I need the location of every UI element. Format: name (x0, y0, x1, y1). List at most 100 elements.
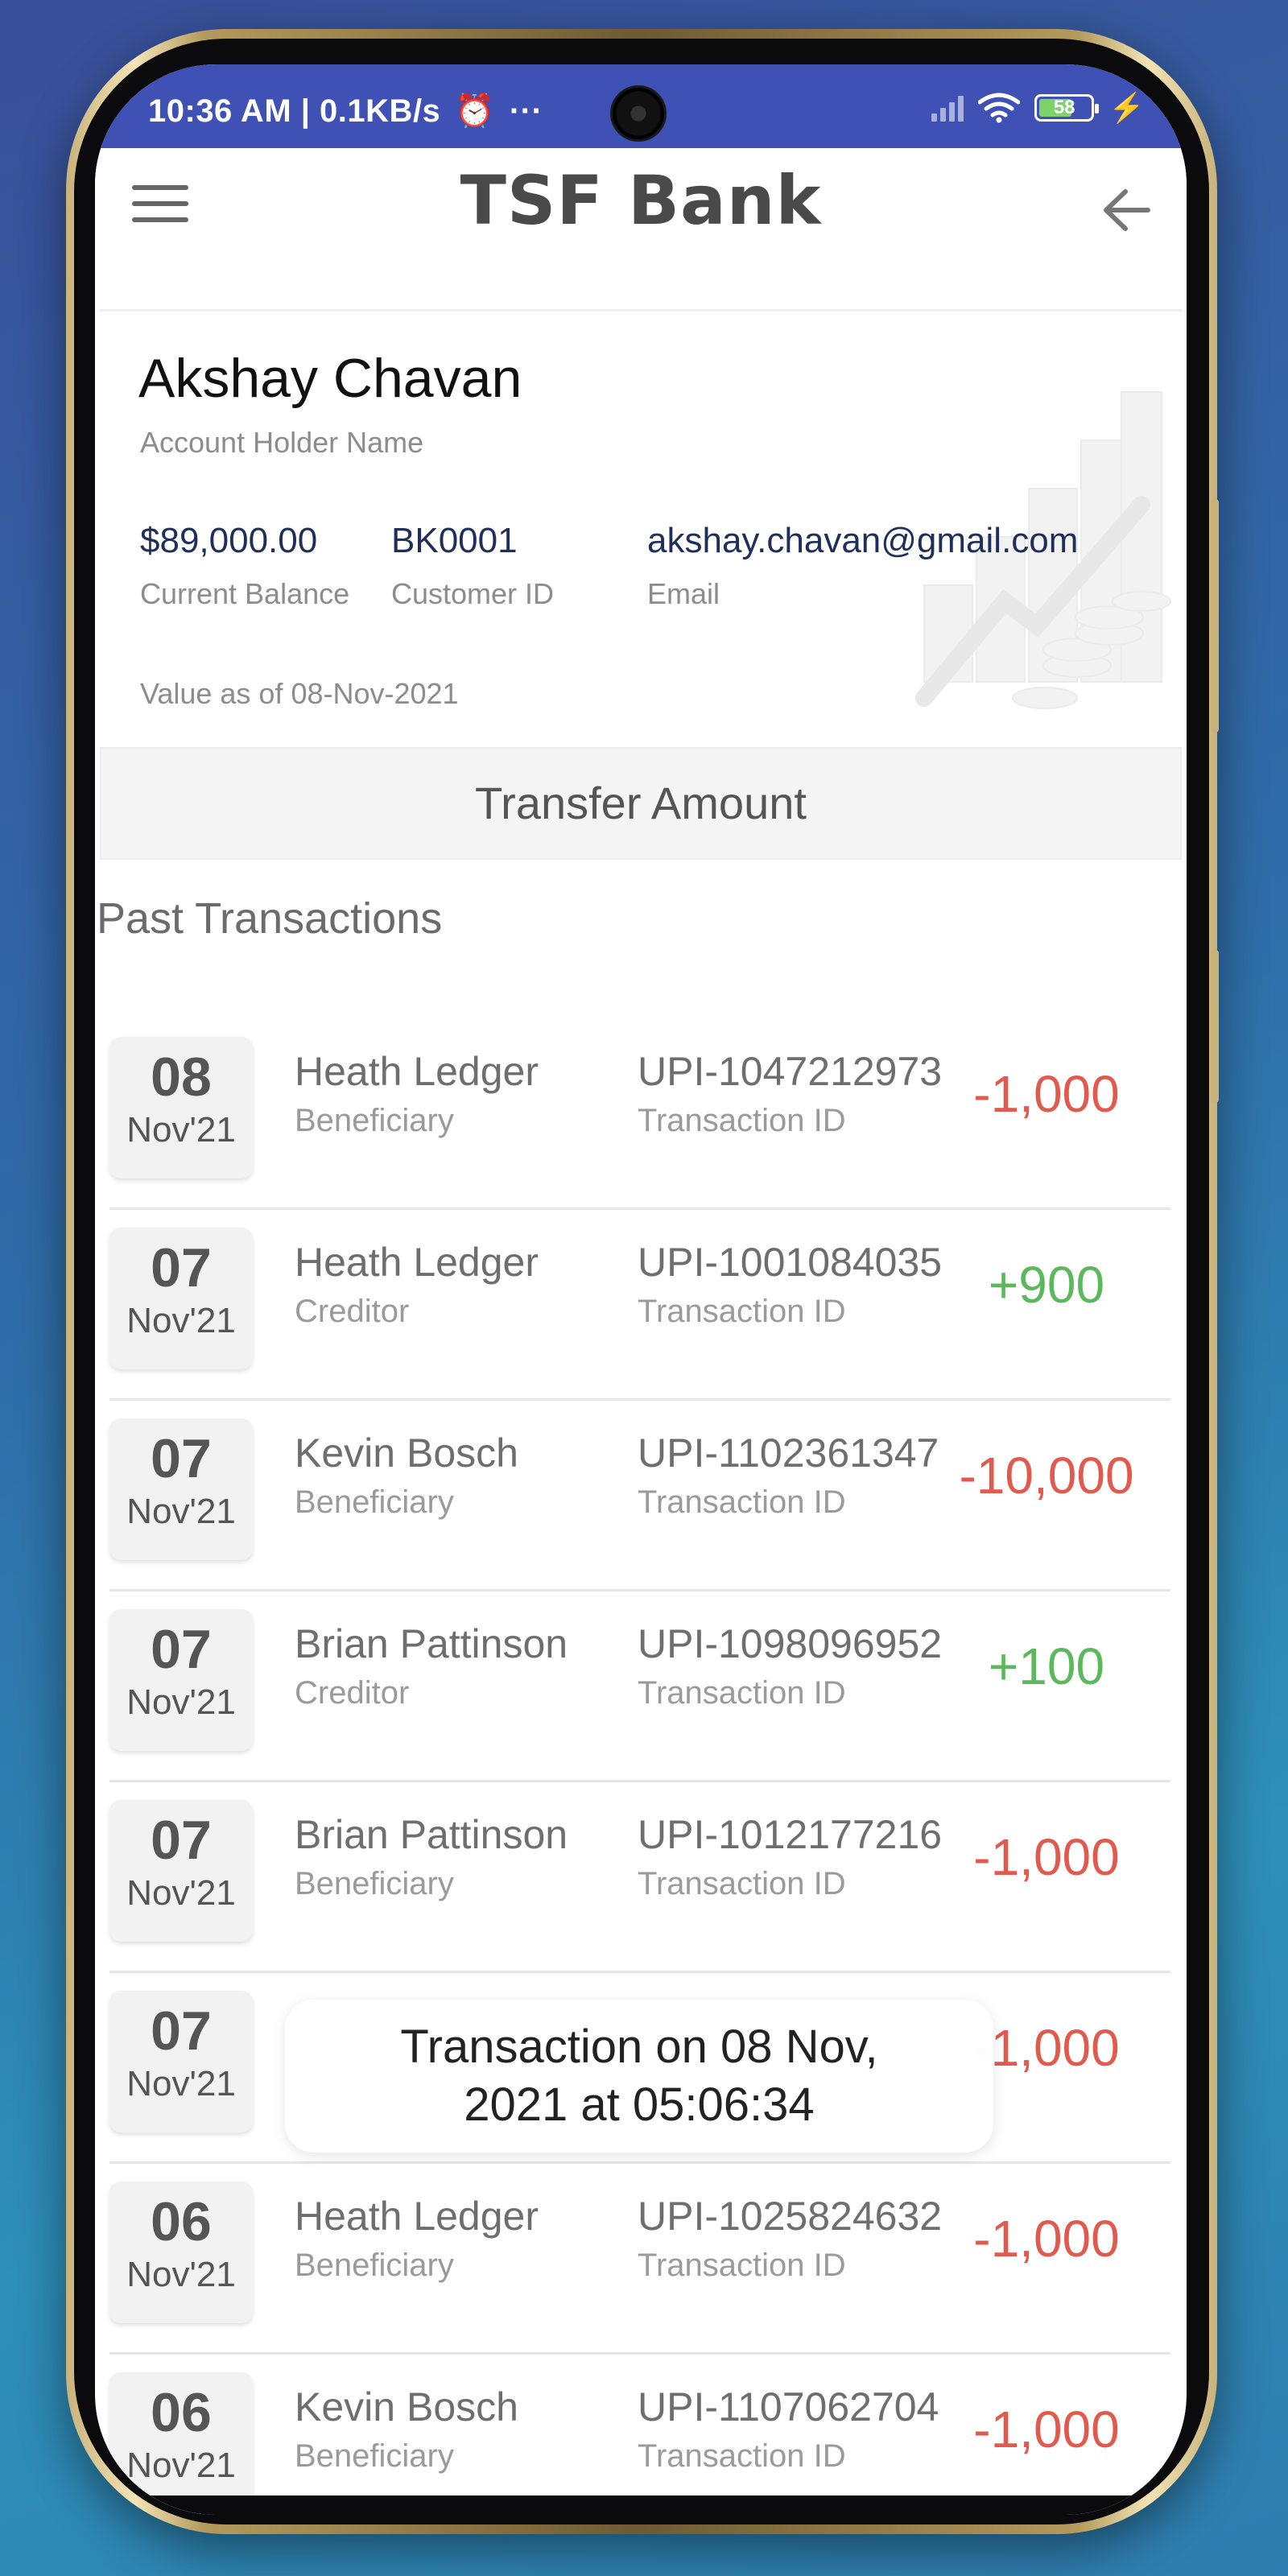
account-card: Akshay Chavan Account Holder Name $89,00… (100, 309, 1182, 733)
tx-party-name: Kevin Bosch (295, 1430, 518, 1476)
back-arrow-icon[interactable] (1098, 182, 1154, 238)
tx-party-name: Brian Pattinson (295, 1621, 568, 1666)
toast-line-1: Transaction on 08 Nov, (400, 2021, 878, 2073)
app-title: TSF Bank (460, 161, 822, 240)
status-time: 10:36 AM | 0.1KB/s (148, 93, 441, 129)
transactions-list[interactable]: 08 Nov'21 Heath Ledger Beneficiary UPI-10472… (109, 1019, 1170, 2515)
tx-id-label: Transaction ID (638, 1866, 846, 1901)
phone-screen: 10:36 AM | 0.1KB/s ⏰ ··· 58 ⚡ TSF Bank A… (95, 64, 1187, 2515)
tx-party-name: Heath Ledger (295, 1049, 539, 1094)
tx-party-role: Beneficiary (295, 1866, 454, 1901)
date-badge: 06 Nov'21 (109, 2372, 253, 2514)
more-dots: ··· (509, 93, 543, 129)
past-transactions-title: Past Transactions (97, 894, 443, 943)
transaction-row[interactable]: 07 Nov'21 Brian Pattinson Creditor UPI-10980… (109, 1591, 1170, 1782)
account-holder-label: Account Holder Name (140, 426, 424, 459)
tx-month: Nov'21 (126, 2255, 236, 2294)
tx-id-label: Transaction ID (638, 1484, 846, 1520)
date-badge: 06 Nov'21 (109, 2182, 253, 2323)
status-left: 10:36 AM | 0.1KB/s ⏰ ··· (148, 92, 543, 130)
date-badge: 07 Nov'21 (109, 1800, 253, 1942)
tx-amount: +100 (988, 1637, 1105, 1695)
tx-month: Nov'21 (126, 1110, 236, 1150)
tx-amount: -1,000 (973, 1828, 1120, 1886)
tx-day: 07 (151, 2000, 212, 2062)
battery-level: 58 (1053, 97, 1075, 118)
email-label: Email (647, 577, 720, 610)
tx-day: 07 (151, 1237, 212, 1298)
transaction-row[interactable]: 07 Nov'21 Brian Pattinson Beneficiary UPI-10… (109, 1782, 1170, 1973)
alarm-clock-icon: ⏰ (454, 93, 496, 129)
tx-id-value: UPI-1102361347 (638, 1430, 939, 1476)
tx-day: 08 (151, 1046, 212, 1108)
tx-month: Nov'21 (126, 1492, 236, 1531)
screen-bottom-edge (95, 2496, 1187, 2515)
tx-id-value: UPI-1025824632 (638, 2194, 943, 2239)
transaction-row[interactable]: 06 Nov'21 Heath Ledger Beneficiary UPI-10258… (109, 2164, 1170, 2355)
account-holder-name: Akshay Chavan (138, 348, 522, 409)
tx-day: 07 (151, 1428, 212, 1489)
tx-party-name: Heath Ledger (295, 2194, 539, 2239)
tx-id-label: Transaction ID (638, 1103, 846, 1138)
status-bar: 10:36 AM | 0.1KB/s ⏰ ··· 58 ⚡ (95, 64, 1187, 148)
tx-amount: -10,000 (959, 1447, 1134, 1505)
tx-id-label: Transaction ID (638, 2248, 846, 2283)
value-as-of-date: Value as of 08-Nov-2021 (140, 677, 459, 710)
date-badge: 07 Nov'21 (109, 1418, 253, 1560)
tx-amount: -1,000 (973, 2210, 1120, 2268)
tx-id-value: UPI-1107062704 (638, 2384, 939, 2429)
status-right: 58 ⚡ (931, 89, 1145, 127)
tx-id-label: Transaction ID (638, 2438, 846, 2474)
date-badge: 08 Nov'21 (109, 1037, 253, 1179)
transfer-amount-button[interactable]: Transfer Amount (100, 747, 1182, 860)
customer-id-label: Customer ID (391, 577, 555, 610)
signal-icon (931, 94, 964, 122)
tx-day: 07 (151, 1810, 212, 1871)
tx-month: Nov'21 (126, 1873, 236, 1913)
tx-party-role: Creditor (295, 1675, 410, 1711)
tx-party-name: Kevin Bosch (295, 2384, 518, 2429)
tx-day: 06 (151, 2382, 212, 2443)
current-balance-label: Current Balance (140, 577, 350, 610)
tx-amount: -1,000 (973, 1065, 1120, 1123)
current-balance-value: $89,000.00 (140, 521, 318, 560)
battery-icon: 58 (1034, 94, 1100, 122)
transaction-row[interactable]: 07 Nov'21 Kevin Bosch Beneficiary UPI-110236… (109, 1401, 1170, 1591)
tx-day: 06 (151, 2191, 212, 2252)
tx-party-role: Creditor (295, 1294, 410, 1329)
date-badge: 07 Nov'21 (109, 1228, 253, 1369)
tx-party-name: Brian Pattinson (295, 1812, 568, 1857)
customer-id-value: BK0001 (391, 521, 518, 560)
tx-month: Nov'21 (126, 1682, 236, 1722)
charging-bolt-icon: ⚡ (1108, 91, 1145, 124)
toast-line-2: 2021 at 05:06:34 (464, 2079, 815, 2131)
front-camera (610, 85, 667, 142)
tx-amount: -1,000 (973, 2401, 1120, 2458)
tx-amount: +900 (988, 1256, 1105, 1314)
date-badge: 07 Nov'21 (109, 1609, 253, 1751)
tx-id-label: Transaction ID (638, 1675, 846, 1711)
toast-message: Transaction on 08 Nov, 2021 at 05:06:34 (285, 2000, 993, 2153)
tx-id-value: UPI-1012177216 (638, 1812, 943, 1857)
tx-month: Nov'21 (126, 1301, 236, 1340)
volume-button (1211, 499, 1219, 733)
tx-party-name: Heath Ledger (295, 1240, 539, 1285)
tx-month: Nov'21 (126, 2446, 236, 2485)
tx-month: Nov'21 (126, 2064, 236, 2103)
tx-day: 07 (151, 1619, 212, 1680)
email-value: akshay.chavan@gmail.com (647, 521, 1079, 560)
transaction-row[interactable]: 07 Nov'21 Heath Ledger Creditor UPI-10010840… (109, 1210, 1170, 1401)
power-button (1211, 950, 1219, 1103)
tx-id-label: Transaction ID (638, 1294, 846, 1329)
wifi-icon (978, 93, 1021, 123)
tx-party-role: Beneficiary (295, 2248, 454, 2283)
tx-id-value: UPI-1047212973 (638, 1049, 943, 1094)
transaction-row[interactable]: 06 Nov'21 Kevin Bosch Beneficiary UPI-110706… (109, 2355, 1170, 2515)
tx-party-role: Beneficiary (295, 2438, 454, 2474)
tx-id-value: UPI-1001084035 (638, 1240, 943, 1285)
tx-id-value: UPI-1098096952 (638, 1621, 943, 1666)
tx-party-role: Beneficiary (295, 1484, 454, 1520)
tx-party-role: Beneficiary (295, 1103, 454, 1138)
transaction-row[interactable]: 08 Nov'21 Heath Ledger Beneficiary UPI-10472… (109, 1019, 1170, 1210)
date-badge: 07 Nov'21 (109, 1991, 253, 2132)
